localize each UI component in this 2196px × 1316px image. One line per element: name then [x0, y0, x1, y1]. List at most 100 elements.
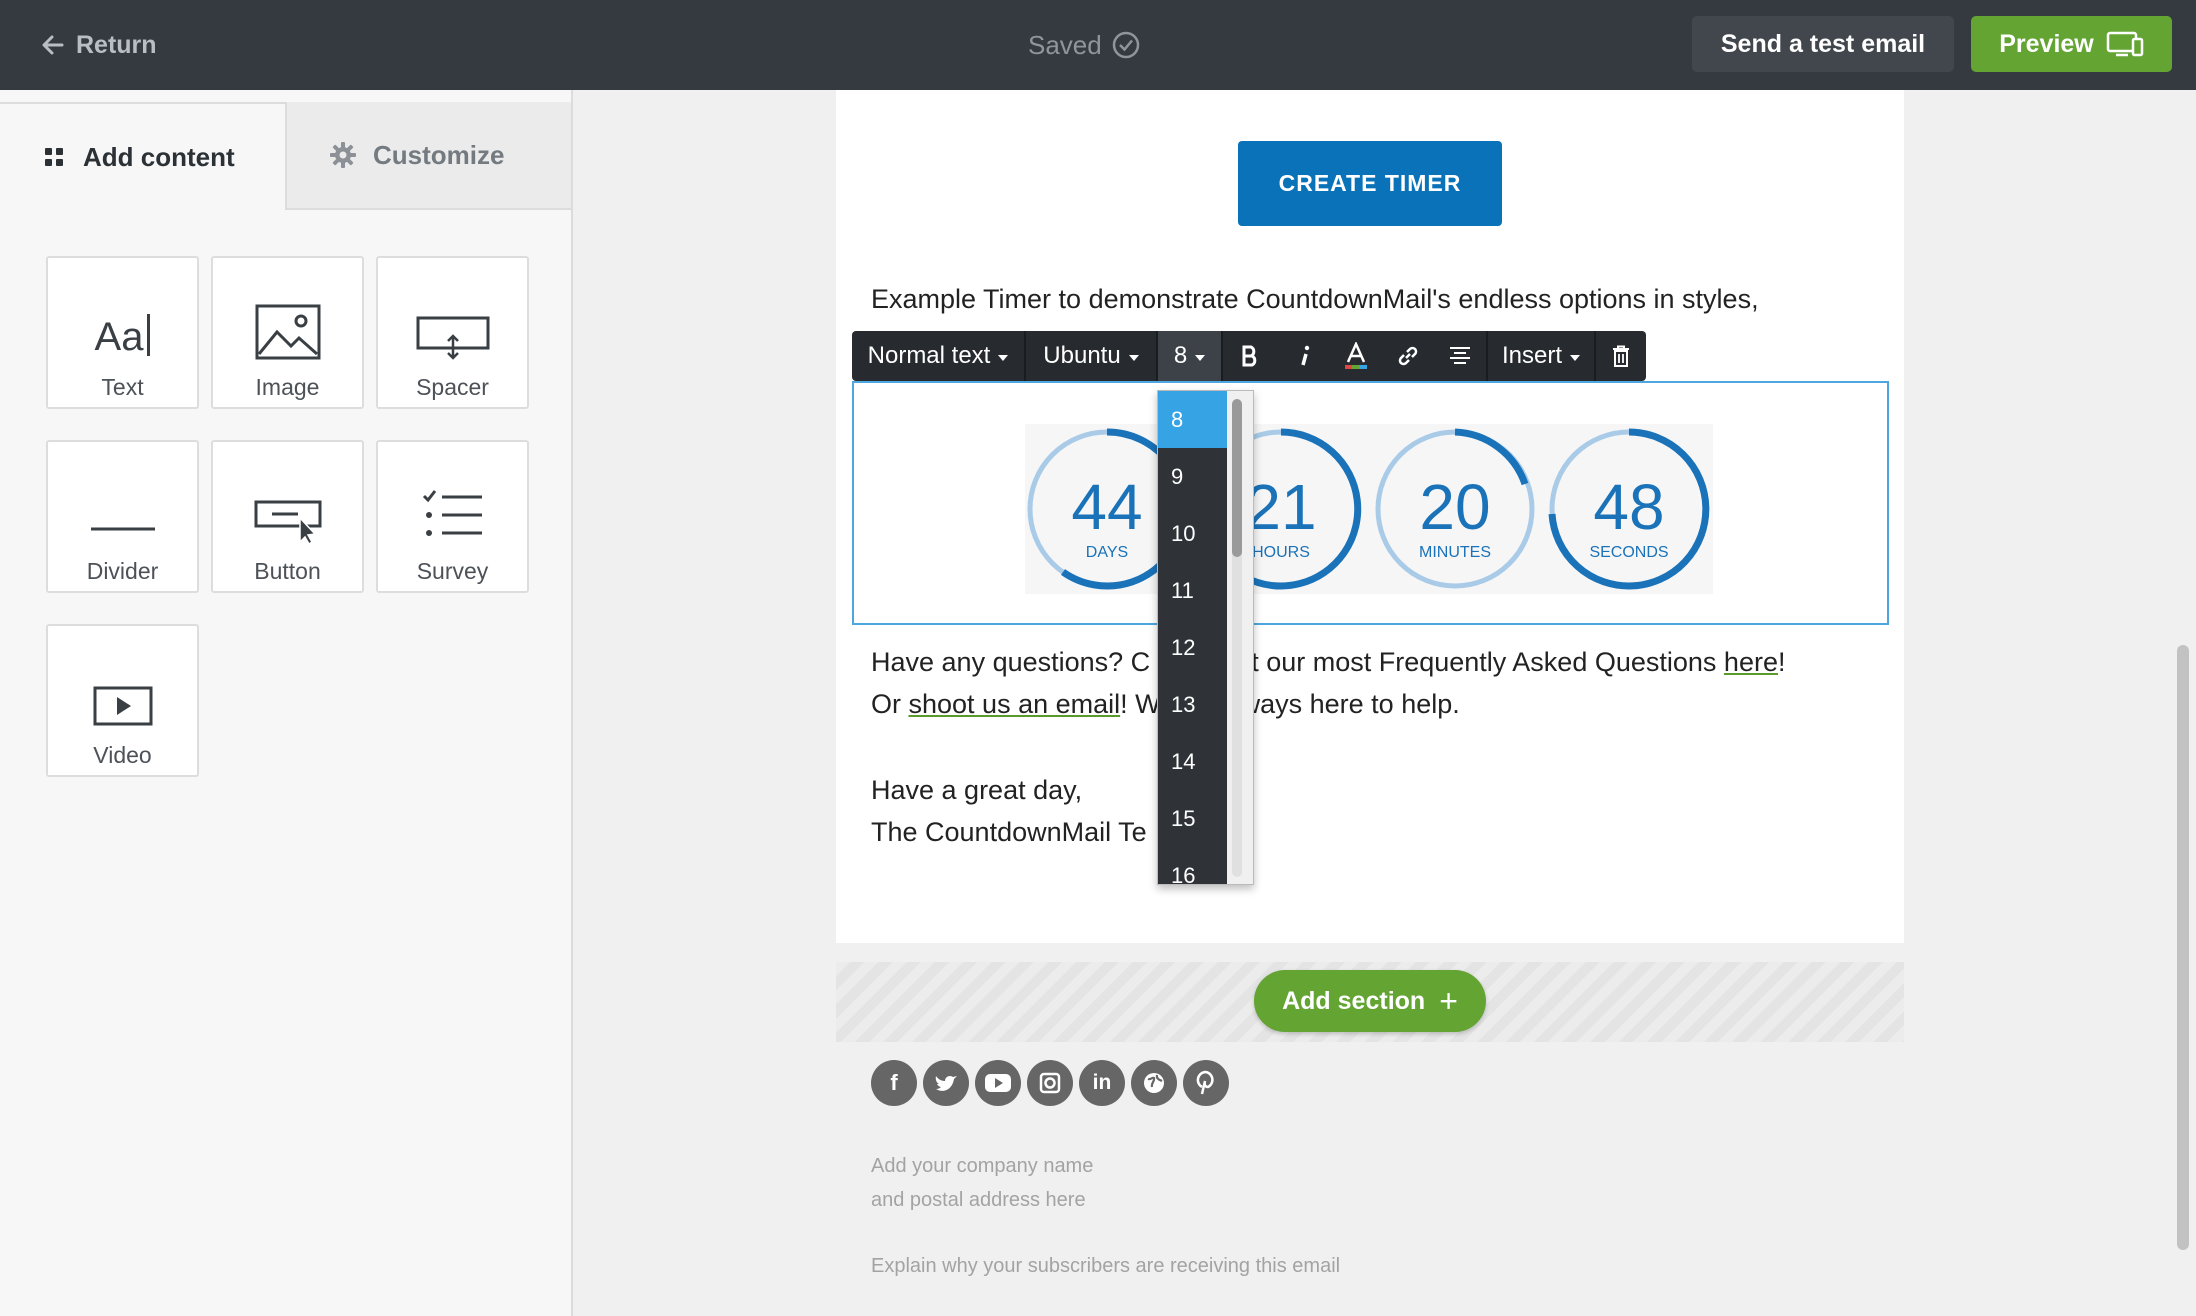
font-size-options: 8 9 10 11 12 13 14 15 16: [1158, 391, 1227, 884]
font-size-menu-scrollbar-thumb[interactable]: [1232, 399, 1242, 557]
block-spacer-label: Spacer: [416, 374, 489, 400]
footer-reason-text[interactable]: Explain why your subscribers are receivi…: [871, 1255, 1340, 1278]
tab-customize[interactable]: Customize: [287, 102, 571, 210]
tab-customize-label: Customize: [373, 139, 505, 170]
font-size-option[interactable]: 15: [1158, 790, 1227, 847]
align-center-icon: [1450, 347, 1470, 364]
faq-line2-a: Or: [871, 689, 909, 719]
gear-icon: [330, 142, 356, 168]
tab-add-content[interactable]: Add content: [0, 102, 287, 210]
twitter-icon[interactable]: [923, 1060, 969, 1106]
faq-text-a: Have any questions? C: [871, 647, 1151, 677]
canvas-scrollbar-thumb[interactable]: [2177, 645, 2189, 1250]
send-test-email-button[interactable]: Send a test email: [1692, 16, 1954, 72]
send-test-email-label: Send a test email: [1720, 29, 1926, 58]
return-button[interactable]: Return: [42, 26, 157, 64]
font-size-option[interactable]: 13: [1158, 676, 1227, 733]
text-icon: Aa: [95, 270, 151, 360]
add-section-label: Add section: [1282, 986, 1426, 1015]
block-video[interactable]: Video: [46, 624, 199, 777]
social-icons: f in: [871, 1060, 1235, 1106]
top-bar: Return Saved Send a test email Preview: [0, 0, 2196, 90]
survey-icon: [422, 454, 484, 544]
spacer-icon: [416, 270, 490, 360]
text-color-icon: [1345, 342, 1367, 369]
pinterest-icon[interactable]: [1183, 1060, 1229, 1106]
add-section-button[interactable]: Add section +: [1254, 970, 1486, 1032]
insert-dropdown[interactable]: Insert: [1488, 331, 1594, 381]
font-size-dropdown[interactable]: 8: [1158, 331, 1221, 381]
timer-seconds-value: 48: [1593, 471, 1664, 543]
faq-here-link[interactable]: here: [1724, 647, 1778, 677]
timer-days-value: 44: [1071, 471, 1142, 543]
saved-status: Saved: [1028, 26, 1140, 64]
text-color-button[interactable]: [1330, 331, 1382, 381]
italic-icon: [1300, 345, 1309, 366]
font-size-menu: 8 9 10 11 12 13 14 15 16: [1157, 390, 1254, 885]
font-size-option[interactable]: 16: [1158, 847, 1227, 884]
linkedin-icon[interactable]: in: [1079, 1060, 1125, 1106]
trash-icon: [1613, 345, 1629, 367]
paragraph-style-label: Normal text: [867, 342, 991, 369]
timer-minutes-unit: MINUTES: [1419, 544, 1491, 561]
signoff-line-2: The CountdownMail Te: [871, 817, 1147, 847]
font-family-dropdown[interactable]: Ubuntu: [1026, 331, 1156, 381]
font-family-label: Ubuntu: [1043, 342, 1121, 369]
check-circle-icon: [1112, 31, 1139, 59]
youtube-icon[interactable]: [975, 1060, 1021, 1106]
block-text-label: Text: [101, 374, 144, 400]
facebook-icon[interactable]: f: [871, 1060, 917, 1106]
font-size-option[interactable]: 11: [1158, 562, 1227, 619]
italic-button[interactable]: [1277, 331, 1330, 381]
chevron-down-icon: [1128, 354, 1139, 361]
intro-text[interactable]: Example Timer to demonstrate CountdownMa…: [871, 284, 1759, 315]
bold-button[interactable]: [1223, 331, 1277, 381]
font-size-option[interactable]: 8: [1158, 391, 1227, 448]
font-size-option[interactable]: 10: [1158, 505, 1227, 562]
tab-add-content-label: Add content: [83, 141, 235, 172]
video-icon: [93, 638, 153, 728]
preview-button[interactable]: Preview: [1971, 16, 2172, 72]
footer-address-line-1[interactable]: Add your company name: [871, 1155, 1093, 1178]
faq-text-c: !: [1777, 647, 1786, 677]
delete-block-button[interactable]: [1596, 331, 1646, 381]
font-size-option[interactable]: 12: [1158, 619, 1227, 676]
link-icon: [1398, 346, 1418, 366]
block-survey-label: Survey: [416, 558, 489, 584]
panel-tabs: Add content Customize: [0, 102, 571, 210]
signoff-line-1: Have a great day,: [871, 775, 1083, 805]
block-spacer[interactable]: Spacer: [376, 256, 529, 409]
block-image-label: Image: [255, 374, 320, 400]
plus-icon: +: [1439, 982, 1458, 1019]
timer-hours-value: 21: [1245, 471, 1316, 543]
font-size-option[interactable]: 14: [1158, 733, 1227, 790]
faq-line2-b: ! W: [1120, 689, 1161, 719]
shoot-email-link[interactable]: shoot us an email: [909, 689, 1121, 719]
saved-label: Saved: [1028, 29, 1102, 60]
block-image[interactable]: Image: [211, 256, 364, 409]
insert-label: Insert: [1501, 342, 1563, 369]
link-button[interactable]: [1382, 331, 1434, 381]
create-timer-label: CREATE TIMER: [1278, 170, 1462, 196]
timer-hours-unit: HOURS: [1252, 544, 1310, 561]
font-size-option[interactable]: 9: [1158, 448, 1227, 505]
footer-address-line-2[interactable]: and postal address here: [871, 1189, 1086, 1212]
divider-icon: [89, 454, 157, 544]
font-size-label: 8: [1173, 342, 1188, 369]
bold-icon: [1242, 345, 1257, 367]
text-format-toolbar: Normal text Ubuntu 8 Insert: [852, 331, 1646, 381]
block-button[interactable]: Button: [211, 440, 364, 593]
create-timer-button[interactable]: CREATE TIMER: [1238, 141, 1502, 226]
paragraph-style-dropdown[interactable]: Normal text: [852, 331, 1024, 381]
chevron-down-icon: [1570, 354, 1581, 361]
instagram-icon[interactable]: [1027, 1060, 1073, 1106]
block-divider[interactable]: Divider: [46, 440, 199, 593]
preview-label: Preview: [1999, 29, 2094, 58]
block-text[interactable]: Aa Text: [46, 256, 199, 409]
chevron-down-icon: [1195, 354, 1206, 361]
block-survey[interactable]: Survey: [376, 440, 529, 593]
return-label: Return: [76, 30, 157, 59]
align-button[interactable]: [1434, 331, 1486, 381]
website-icon[interactable]: [1131, 1060, 1177, 1106]
countdown-timer-graphic: 44 DAYS 21 HOURS 20 MINUTES 48 SECONDS: [1027, 428, 1710, 590]
